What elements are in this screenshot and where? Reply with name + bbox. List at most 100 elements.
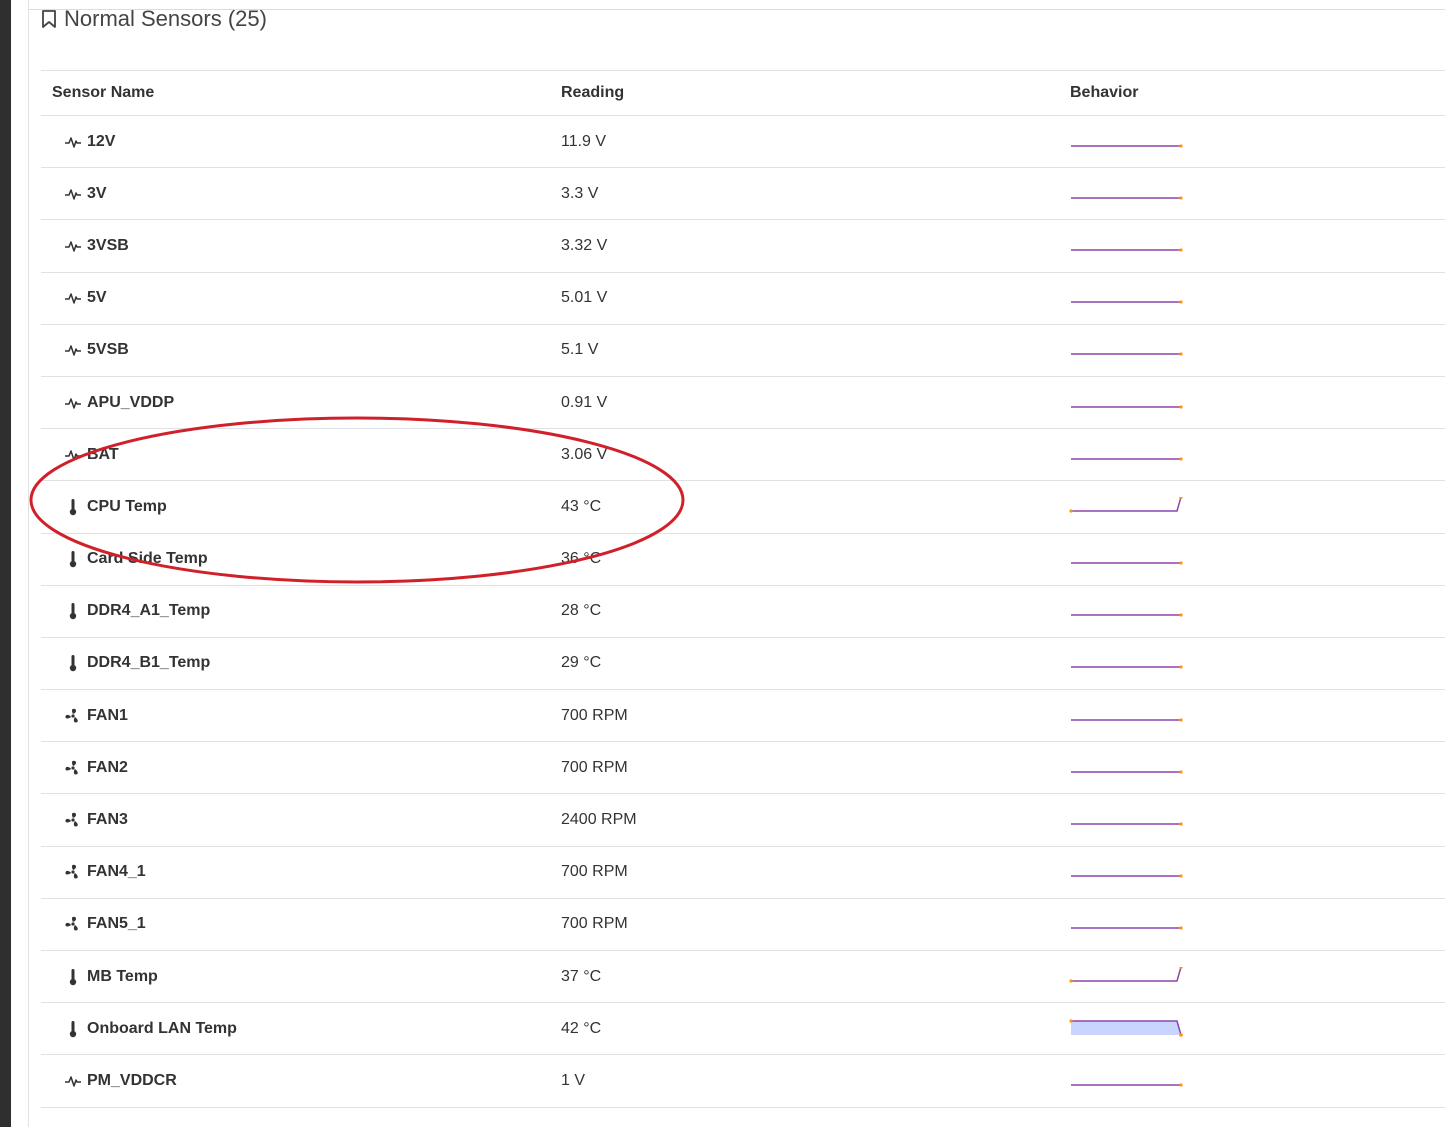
sensor-name: FAN3 xyxy=(87,811,128,829)
sensor-reading: 11.9 V xyxy=(550,115,1059,169)
sensor-name-cell: FAN1 xyxy=(41,689,550,743)
sparkline xyxy=(1071,404,1183,409)
table-row[interactable]: CPU Temp 43 °C xyxy=(41,480,1445,534)
table-row[interactable]: MB Temp 37 °C xyxy=(41,950,1445,1004)
sensor-name-cell: CPU Temp xyxy=(41,480,550,534)
header-behavior[interactable]: Behavior xyxy=(1059,70,1445,116)
sensor-reading: 37 °C xyxy=(550,950,1059,1004)
header-sensor-name[interactable]: Sensor Name xyxy=(41,70,550,116)
sensor-behavior-cell xyxy=(1059,1002,1445,1056)
voltage-icon xyxy=(63,185,83,203)
sensor-behavior-cell xyxy=(1059,689,1445,743)
sensor-reading: 700 RPM xyxy=(550,689,1059,743)
sensor-reading: 36 °C xyxy=(550,533,1059,586)
sensor-reading: 3.3 V xyxy=(550,167,1059,221)
table-row[interactable]: 3V 3.3 V xyxy=(41,167,1445,221)
sensor-reading: 5.1 V xyxy=(550,324,1059,377)
sparkline xyxy=(1071,874,1183,878)
sensor-behavior-cell xyxy=(1059,480,1445,534)
sensor-behavior-cell xyxy=(1059,793,1445,847)
sensor-behavior-cell xyxy=(1059,585,1445,638)
sensor-behavior-cell xyxy=(1059,741,1445,795)
sensor-name-cell: APU_VDDP xyxy=(41,376,550,430)
sensor-name: FAN5_1 xyxy=(87,915,146,933)
table-row[interactable]: FAN3 2400 RPM xyxy=(41,793,1445,847)
sensor-name: MB Temp xyxy=(87,967,158,985)
sensor-name-cell: 3V xyxy=(41,167,550,221)
sensor-name-cell: FAN4_1 xyxy=(41,846,550,899)
sensor-reading: 29 °C xyxy=(550,637,1059,691)
thermometer-icon xyxy=(63,602,83,620)
sensor-name: 3VSB xyxy=(87,236,129,254)
sensor-name: 3V xyxy=(87,184,107,202)
table-row[interactable]: Card Side Temp 36 °C xyxy=(41,533,1445,586)
sensor-name: 5V xyxy=(87,289,107,307)
table-row[interactable]: PM_VDDCR 1 V xyxy=(41,1054,1445,1108)
sensor-reading: 2400 RPM xyxy=(550,793,1059,847)
sensor-reading: 43 °C xyxy=(550,480,1059,534)
sensor-name-cell: PM_VDDCR xyxy=(41,1054,550,1108)
table-row[interactable]: BAT 3.06 V xyxy=(41,428,1445,482)
sensor-table: Sensor Name Reading Behavior 12V 11.9 V 3V… xyxy=(41,70,1445,1108)
fan-icon xyxy=(63,863,83,881)
table-row[interactable]: Onboard LAN Temp 42 °C xyxy=(41,1002,1445,1056)
table-row[interactable]: DDR4_A1_Temp 28 °C xyxy=(41,585,1445,638)
table-row[interactable]: 5VSB 5.1 V xyxy=(41,324,1445,377)
sparkline xyxy=(1071,613,1183,617)
sensor-reading: 1 V xyxy=(550,1054,1059,1108)
sensor-reading: 700 RPM xyxy=(550,741,1059,795)
table-row[interactable]: FAN5_1 700 RPM xyxy=(41,898,1445,952)
sensor-name: CPU Temp xyxy=(87,497,167,515)
voltage-icon xyxy=(63,289,83,307)
table-row[interactable]: FAN1 700 RPM xyxy=(41,689,1445,743)
sensor-name-cell: FAN2 xyxy=(41,741,550,795)
sensor-name: BAT xyxy=(87,445,119,463)
sensor-reading: 28 °C xyxy=(550,585,1059,638)
bookmark-icon xyxy=(42,10,56,28)
sensor-name: Onboard LAN Temp xyxy=(87,1019,237,1037)
voltage-icon xyxy=(63,446,83,464)
fan-icon xyxy=(63,707,83,725)
left-gutter xyxy=(11,0,28,1127)
thermometer-icon xyxy=(63,654,83,672)
table-row[interactable]: FAN4_1 700 RPM xyxy=(41,846,1445,899)
sensor-behavior-cell xyxy=(1059,167,1445,221)
thermometer-icon xyxy=(63,968,83,986)
table-row[interactable]: APU_VDDP 0.91 V xyxy=(41,376,1445,430)
sensor-name-cell: DDR4_A1_Temp xyxy=(41,585,550,638)
sensor-behavior-cell xyxy=(1059,324,1445,377)
sensor-name-cell: MB Temp xyxy=(41,950,550,1004)
sensor-behavior-cell xyxy=(1059,1054,1445,1108)
thermometer-icon xyxy=(63,498,83,516)
table-row[interactable]: FAN2 700 RPM xyxy=(41,741,1445,795)
sparkline xyxy=(1069,496,1183,513)
sensor-name-cell: 3VSB xyxy=(41,219,550,273)
sensor-name: APU_VDDP xyxy=(87,393,175,411)
sensor-reading: 42 °C xyxy=(550,1002,1059,1056)
sensor-reading: 3.32 V xyxy=(550,219,1059,273)
sensor-behavior-cell xyxy=(1059,272,1445,325)
thermometer-icon xyxy=(63,550,83,568)
sensor-reading: 5.01 V xyxy=(550,272,1059,325)
voltage-icon xyxy=(63,1072,83,1090)
sparkline xyxy=(1071,196,1183,200)
table-row[interactable]: DDR4_B1_Temp 29 °C xyxy=(41,637,1445,691)
sensor-name-cell: 5V xyxy=(41,272,550,325)
page: Normal Sensors (25) Sensor Name Reading … xyxy=(0,0,1445,1127)
sparkline xyxy=(1071,770,1183,774)
table-row[interactable]: 3VSB 3.32 V xyxy=(41,219,1445,273)
sensor-name: FAN4_1 xyxy=(87,863,146,881)
sparkline xyxy=(1071,352,1183,356)
sparkline xyxy=(1071,1083,1183,1087)
header-reading[interactable]: Reading xyxy=(550,70,1059,116)
table-header-row: Sensor Name Reading Behavior xyxy=(41,70,1445,116)
section-title: Normal Sensors (25) xyxy=(40,5,267,33)
sensor-reading: 700 RPM xyxy=(550,846,1059,899)
sensor-name-cell: FAN5_1 xyxy=(41,898,550,952)
table-row[interactable]: 12V 11.9 V xyxy=(41,115,1445,169)
sensor-reading: 0.91 V xyxy=(550,376,1059,430)
sparkline xyxy=(1071,718,1183,722)
left-divider xyxy=(28,0,29,1127)
table-row[interactable]: 5V 5.01 V xyxy=(41,272,1445,325)
fan-icon xyxy=(63,811,83,829)
